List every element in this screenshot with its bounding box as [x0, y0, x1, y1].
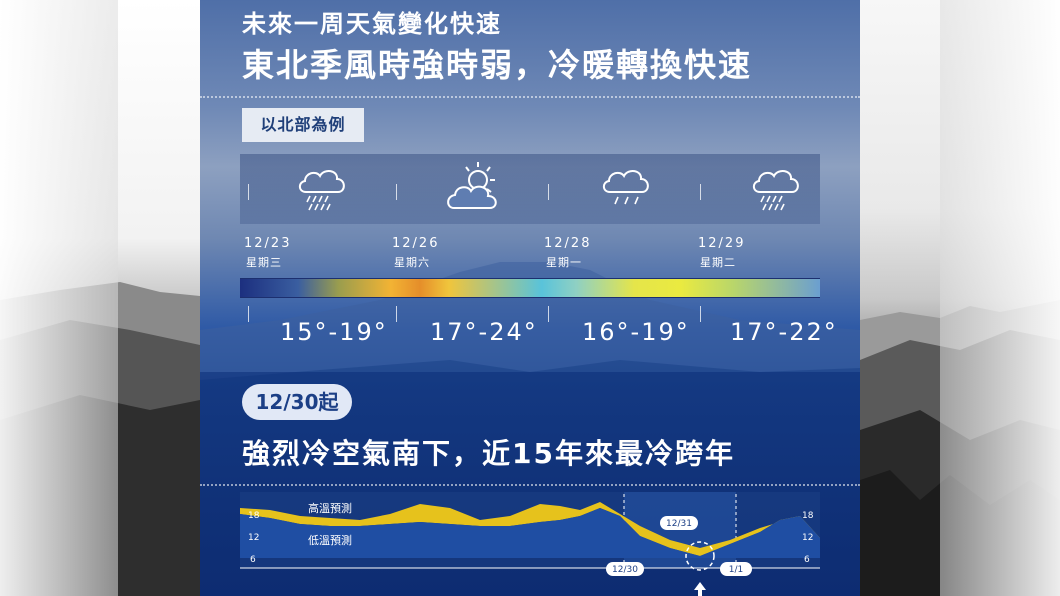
y-tick-left-18: 18 [248, 511, 260, 521]
icon-tick-1 [248, 184, 249, 200]
temp-range-2: 17°-24° [430, 318, 538, 346]
up-arrow-icon [694, 582, 706, 596]
forecast-date-1: 12/23 [244, 236, 292, 251]
y-tick-right-6: 6 [804, 555, 810, 565]
y-tick-right-12: 12 [802, 533, 813, 543]
temp-tick-4 [700, 306, 701, 322]
temp-range-1: 15°-19° [280, 318, 388, 346]
forecast-weekday-1: 星期三 [246, 256, 282, 269]
forecast-date-3: 12/28 [544, 236, 592, 251]
left-blur-overlay [0, 0, 118, 596]
sun-cloud-icon [447, 162, 497, 209]
subtitle: 未來一周天氣變化快速 [242, 10, 502, 38]
cold-front-headline: 強烈冷空氣南下，近15年來最冷跨年 [242, 437, 735, 470]
date-label-0101: 1/1 [729, 565, 743, 575]
dotted-divider-top [200, 96, 860, 98]
temp-tick-2 [396, 306, 397, 322]
temperature-gradient-bar [240, 278, 820, 298]
y-tick-left-12: 12 [248, 533, 259, 543]
forecast-date-4: 12/29 [698, 236, 746, 251]
forecast-weekday-4: 星期二 [700, 256, 736, 269]
rain-cloud-icon [752, 170, 799, 211]
date-label-1230: 12/30 [612, 565, 638, 575]
rain-cloud-icon [298, 170, 345, 211]
forecast-weekday-2: 星期六 [394, 256, 430, 269]
icon-tick-2 [396, 184, 397, 200]
temperature-trend-chart: 高溫預測 低溫預測 18 12 6 18 12 6 12/30 12/31 1/… [240, 492, 820, 596]
start-date-badge: 12/30起 [242, 384, 352, 420]
forecast-weekday-3: 星期一 [546, 256, 582, 269]
y-tick-right-18: 18 [802, 511, 814, 521]
date-label-1231: 12/31 [666, 519, 692, 529]
right-background-photo [860, 0, 1060, 596]
right-blur-overlay [940, 0, 1060, 596]
forecast-date-2: 12/26 [392, 236, 440, 251]
temp-tick-3 [548, 306, 549, 322]
left-background-photo [0, 0, 200, 596]
icon-tick-4 [700, 184, 701, 200]
icon-tick-3 [548, 184, 549, 200]
temp-range-4: 17°-22° [730, 318, 838, 346]
temp-tick-1 [248, 306, 249, 322]
region-tag: 以北部為例 [242, 108, 364, 142]
low-temp-legend: 低溫預測 [308, 533, 352, 547]
high-temp-legend: 高溫預測 [308, 501, 352, 515]
weather-infographic-panel: 未來一周天氣變化快速 東北季風時強時弱，冷暖轉換快速 以北部為例 12/23 星… [200, 0, 860, 596]
page-title: 東北季風時強時弱，冷暖轉換快速 [242, 46, 753, 84]
temp-range-3: 16°-19° [582, 318, 690, 346]
light-rain-cloud-icon [602, 170, 649, 205]
y-tick-left-6: 6 [250, 555, 256, 565]
